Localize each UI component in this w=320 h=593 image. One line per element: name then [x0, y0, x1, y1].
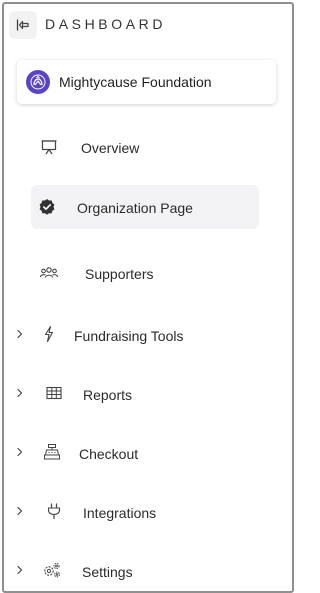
sidebar-item-label: Fundraising Tools — [74, 328, 184, 344]
sidebar-item-label: Overview — [81, 140, 140, 156]
sidebar-item-integrations[interactable]: Integrations — [12, 489, 270, 533]
sidebar-item-label: Integrations — [83, 505, 157, 521]
presentation-board-icon — [39, 137, 59, 157]
sidebar-item-checkout[interactable]: Checkout — [12, 430, 270, 474]
sidebar-item-label: Reports — [83, 387, 133, 403]
chevron-right-icon — [15, 506, 25, 516]
sidebar-item-settings[interactable]: Settings — [12, 548, 270, 591]
organization-name: Mightycause Foundation — [59, 74, 212, 90]
cash-register-icon — [42, 442, 62, 462]
plug-icon — [44, 501, 64, 521]
chevron-right-icon — [15, 565, 25, 575]
sidebar-item-overview[interactable]: Overview — [31, 125, 259, 169]
sidebar-item-label: Supporters — [85, 266, 154, 282]
sidebar-item-supporters[interactable]: Supporters — [31, 251, 259, 295]
table-icon — [44, 383, 64, 403]
sidebar-item-organization-page[interactable]: Organization Page — [31, 185, 259, 229]
lightning-icon — [39, 324, 59, 344]
gears-icon — [42, 560, 62, 580]
sidebar-item-reports[interactable]: Reports — [12, 371, 270, 415]
sidebar-item-fundraising-tools[interactable]: Fundraising Tools — [12, 312, 270, 356]
sidebar-item-label: Organization Page — [77, 200, 193, 216]
group-icon — [39, 263, 59, 283]
collapse-sidebar-button[interactable] — [9, 11, 37, 39]
verified-badge-icon — [37, 197, 57, 217]
sidebar-item-label: Settings — [82, 564, 133, 580]
chevron-right-icon — [15, 329, 25, 339]
sidebar-item-label: Checkout — [79, 446, 139, 462]
organization-switcher[interactable]: Mightycause Foundation — [17, 60, 276, 104]
dashboard-sidebar: DASHBOARD Mightycause Foundation Overvie… — [2, 2, 294, 593]
collapse-sidebar-icon — [16, 18, 30, 32]
sidebar-title: DASHBOARD — [45, 16, 167, 32]
organization-avatar — [26, 70, 50, 94]
chevron-right-icon — [15, 388, 25, 398]
chevron-right-icon — [15, 447, 25, 457]
